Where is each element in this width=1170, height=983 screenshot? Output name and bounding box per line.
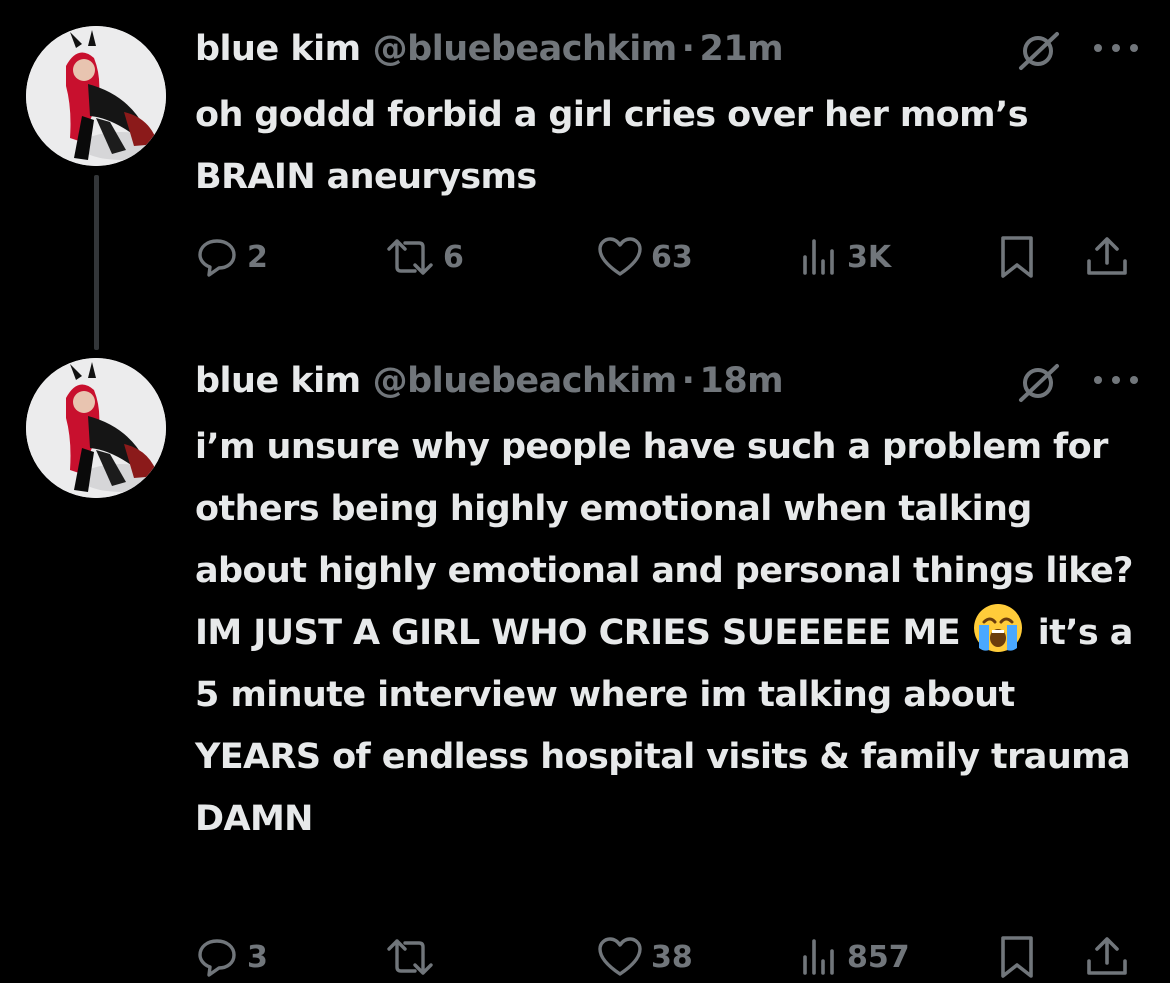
like-count: 38 — [651, 939, 693, 975]
timestamp[interactable]: 21m — [699, 29, 783, 69]
tweet-header: blue kim @bluebeachkim · 18m — [195, 356, 784, 406]
bar-chart-icon — [803, 939, 834, 975]
repost-button[interactable] — [385, 932, 443, 982]
bookmark-icon — [1001, 936, 1033, 978]
repost-count: 6 — [443, 239, 464, 275]
tweet-text: i’m unsure why people have such a proble… — [195, 416, 1140, 850]
reply-button[interactable]: 2 — [195, 232, 268, 282]
avatar[interactable] — [26, 26, 166, 166]
repost-button[interactable]: 6 — [385, 232, 464, 282]
bookmark-button[interactable] — [997, 932, 1037, 982]
speech-bubble-icon — [198, 939, 236, 977]
more-dots-icon[interactable] — [1090, 40, 1142, 56]
heart-icon — [598, 237, 642, 276]
heart-icon — [598, 937, 642, 976]
like-button[interactable]: 63 — [597, 232, 693, 282]
views-button[interactable]: 3K — [799, 232, 891, 282]
repost-arrows-icon — [387, 239, 433, 275]
share-upload-icon — [1087, 237, 1127, 275]
like-button[interactable]: 38 — [597, 932, 693, 982]
repost-arrows-icon — [387, 939, 433, 975]
views-button[interactable]: 857 — [799, 932, 910, 982]
views-count: 3K — [847, 239, 892, 275]
views-count: 857 — [847, 939, 910, 975]
share-upload-icon — [1087, 937, 1127, 975]
bar-chart-icon — [803, 239, 834, 275]
reply-count: 2 — [247, 239, 268, 275]
grok-slash-icon[interactable] — [1013, 358, 1063, 408]
reply-button[interactable]: 3 — [195, 932, 268, 982]
author-handle[interactable]: @bluebeachkim — [373, 361, 678, 401]
like-count: 63 — [651, 239, 693, 275]
author-name[interactable]: blue kim — [195, 361, 361, 401]
more-dots-icon[interactable] — [1090, 372, 1142, 388]
timestamp[interactable]: 18m — [699, 361, 783, 401]
separator-dot: · — [681, 29, 695, 69]
author-name[interactable]: blue kim — [195, 29, 361, 69]
separator-dot: · — [681, 361, 695, 401]
action-bar: 2 6 63 3K — [195, 232, 1145, 282]
tweet-text-content: oh goddd forbid a girl cries over her mo… — [195, 95, 1029, 197]
speech-bubble-icon — [198, 239, 236, 277]
share-button[interactable] — [1083, 232, 1131, 282]
avatar[interactable] — [26, 358, 166, 498]
share-button[interactable] — [1083, 932, 1131, 982]
reply-count: 3 — [247, 939, 268, 975]
bookmark-button[interactable] — [997, 232, 1037, 282]
thread-connector-line — [94, 175, 99, 350]
bookmark-icon — [1001, 236, 1033, 278]
loudly-crying-face-icon — [973, 604, 1022, 652]
tweet-header: blue kim @bluebeachkim · 21m — [195, 24, 784, 74]
tweet-text: oh goddd forbid a girl cries over her mo… — [195, 84, 1140, 208]
author-handle[interactable]: @bluebeachkim — [373, 29, 678, 69]
grok-slash-icon[interactable] — [1013, 26, 1063, 76]
action-bar: 3 38 857 — [195, 932, 1145, 982]
